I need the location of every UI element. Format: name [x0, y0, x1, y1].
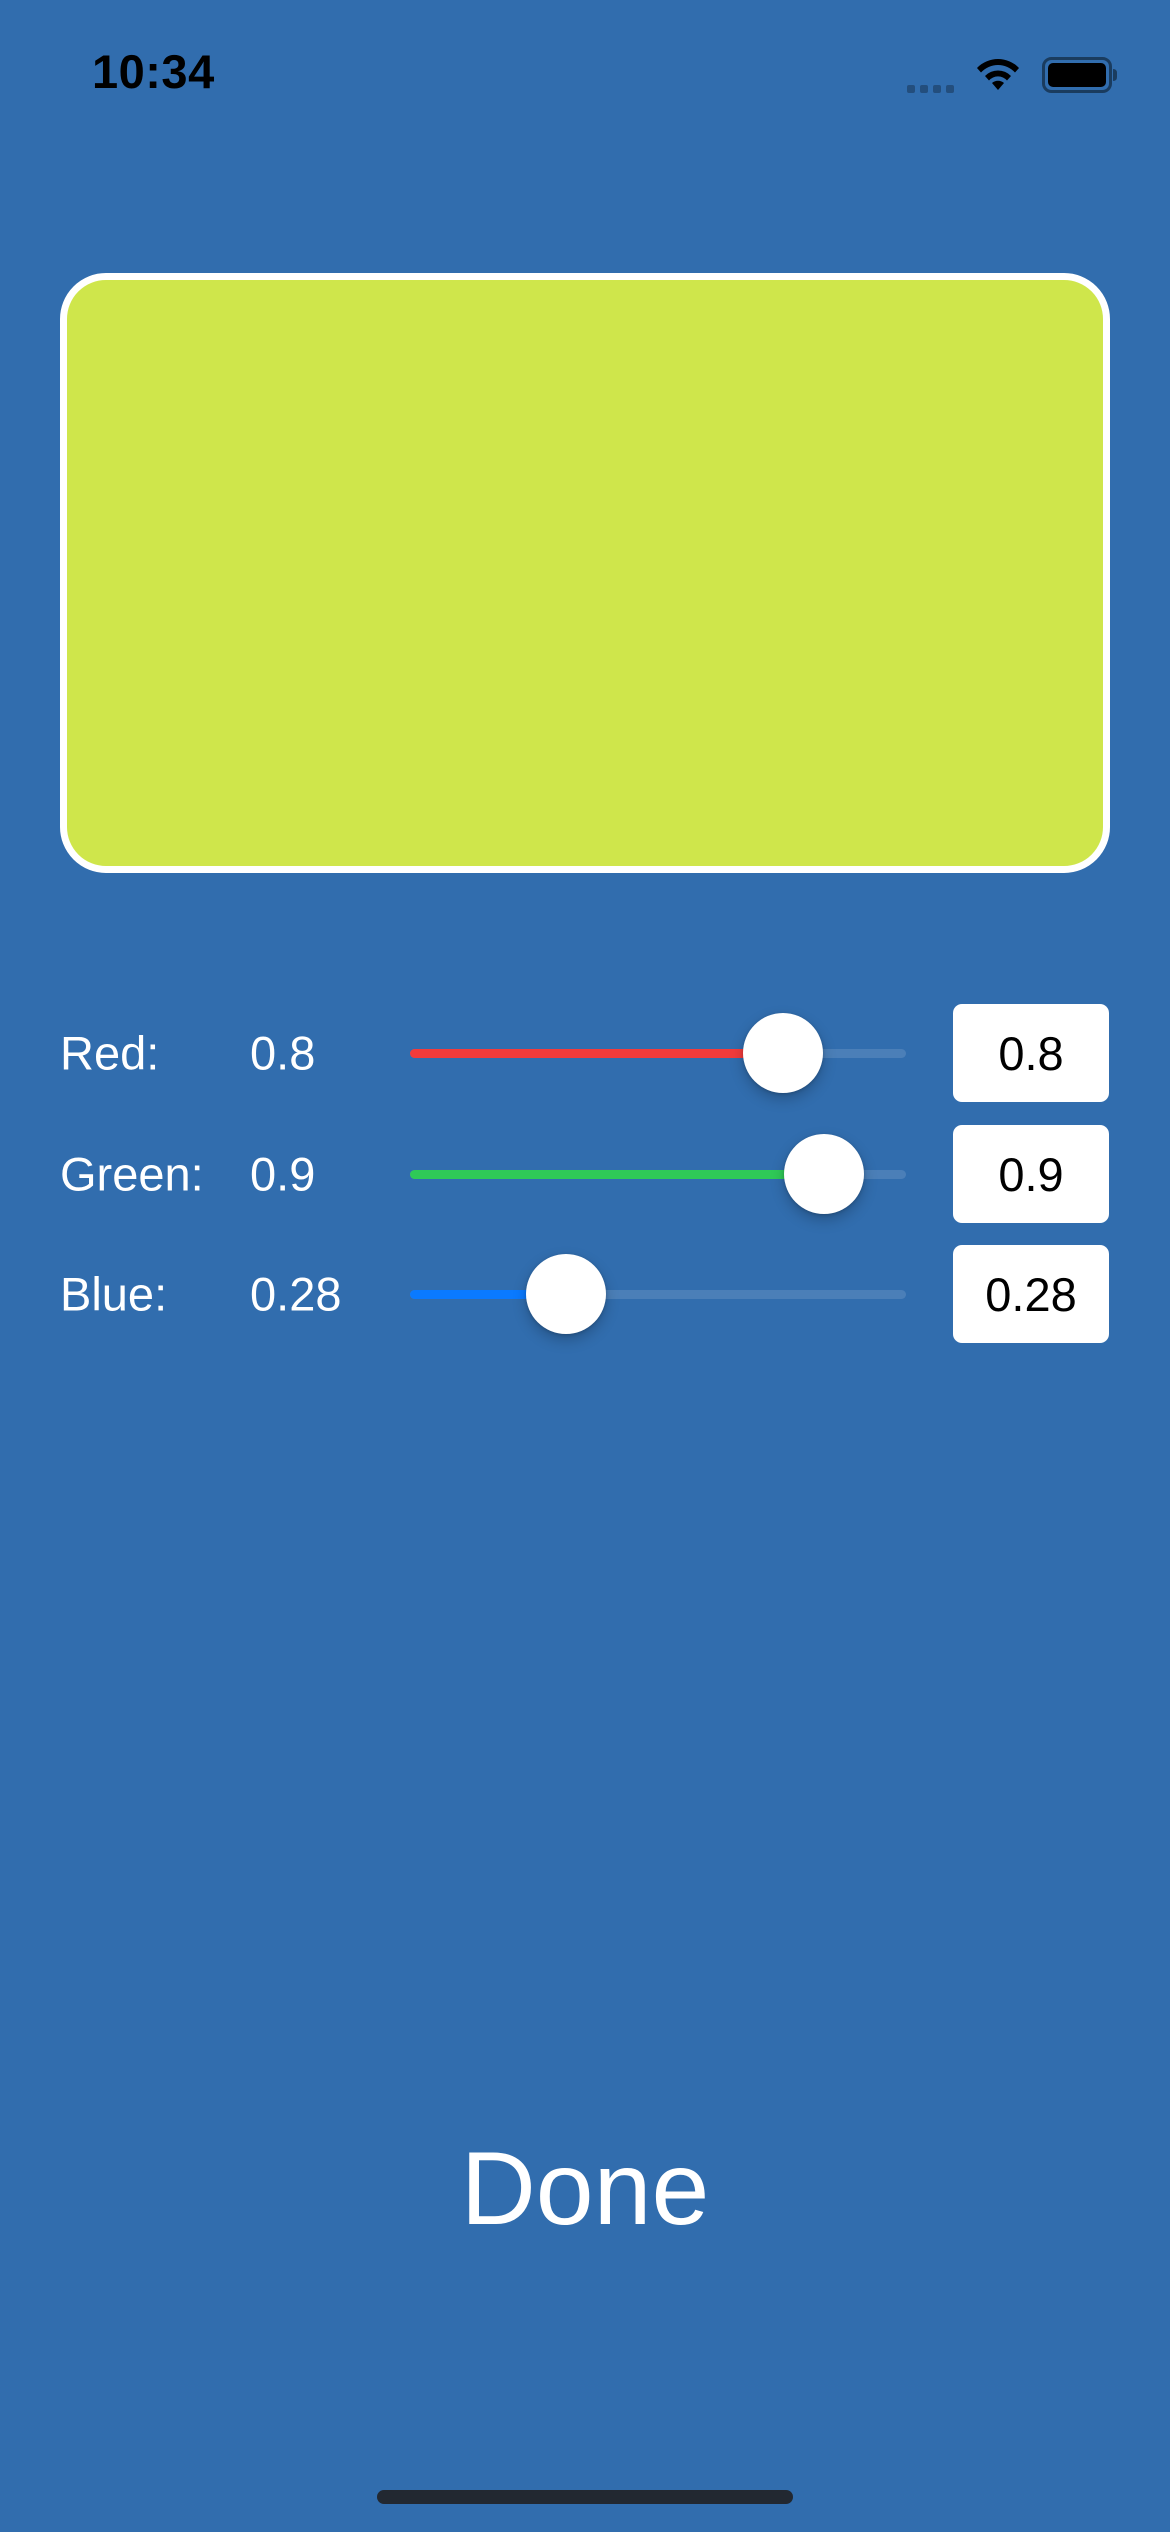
status-icons — [907, 50, 1118, 100]
green-label: Green: — [60, 1147, 204, 1201]
blue-value-field[interactable] — [953, 1245, 1109, 1343]
red-slider-fill — [410, 1049, 783, 1058]
battery-icon — [1042, 57, 1118, 93]
blue-label: Blue: — [60, 1267, 168, 1321]
red-value: 0.8 — [250, 1026, 316, 1080]
blue-row: Blue: 0.28 — [0, 1244, 1170, 1344]
home-indicator[interactable] — [377, 2490, 793, 2504]
red-label: Red: — [60, 1026, 160, 1080]
color-preview — [60, 273, 1110, 873]
red-value-field[interactable] — [953, 1004, 1109, 1102]
red-row: Red: 0.8 — [0, 1003, 1170, 1103]
screen: 10:34 Red: 0.8 0.8 Green: 0.9 0.9 Blue: … — [0, 0, 1170, 2532]
green-slider-thumb[interactable] — [784, 1134, 865, 1214]
status-time: 10:34 — [92, 45, 215, 98]
green-row: Green: 0.9 — [0, 1124, 1170, 1224]
blue-slider[interactable] — [410, 1254, 906, 1334]
done-button[interactable]: Done — [0, 2130, 1170, 2249]
blue-slider-thumb[interactable] — [526, 1254, 607, 1334]
green-slider-fill — [410, 1170, 825, 1179]
green-slider[interactable] — [410, 1134, 906, 1214]
red-slider-thumb[interactable] — [742, 1013, 823, 1093]
blue-value: 0.28 — [250, 1267, 342, 1321]
cellular-signal-icon — [907, 57, 954, 93]
wifi-icon — [972, 56, 1024, 94]
red-slider[interactable] — [410, 1013, 906, 1093]
green-value-field[interactable] — [953, 1125, 1109, 1223]
green-value: 0.9 — [250, 1147, 316, 1201]
